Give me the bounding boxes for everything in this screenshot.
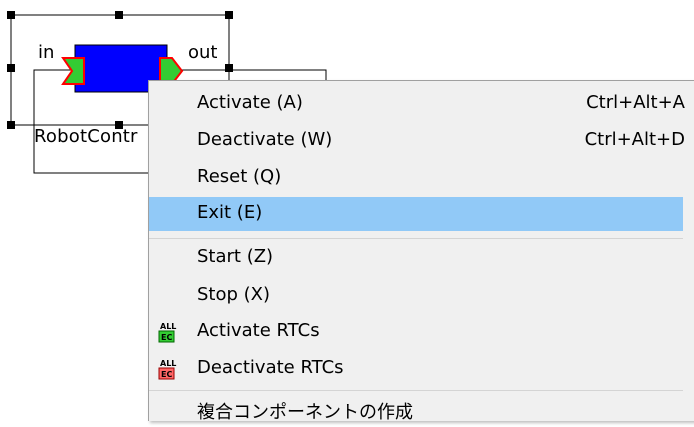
selection-handle[interactable] bbox=[7, 64, 15, 72]
menu-item-label: Reset (Q) bbox=[197, 166, 282, 187]
menu-item-shortcut: Ctrl+Alt+A bbox=[586, 92, 685, 113]
menu-item-stop[interactable]: Stop (X) bbox=[149, 279, 683, 313]
menu-item-label: Activate (A) bbox=[197, 92, 303, 113]
menu-item-activate[interactable]: Activate (A) Ctrl+Alt+A bbox=[149, 87, 685, 121]
menu-item-label: Deactivate RTCs bbox=[197, 357, 344, 378]
component-name: RobotContr bbox=[34, 126, 138, 147]
selection-handle[interactable] bbox=[7, 121, 15, 129]
menu-item-reset[interactable]: Reset (Q) bbox=[149, 161, 683, 195]
selection-handle[interactable] bbox=[225, 64, 233, 72]
menu-item-label: Start (Z) bbox=[197, 246, 274, 267]
menu-item-label: Exit (E) bbox=[197, 202, 263, 223]
all-ec-green-icon: ALL EC bbox=[158, 322, 176, 343]
svg-text:ALL: ALL bbox=[160, 359, 176, 368]
menu-item-activate-rtcs[interactable]: ALL EC Activate RTCs bbox=[149, 315, 683, 349]
menu-item-deactivate[interactable]: Deactivate (W) Ctrl+Alt+D bbox=[149, 124, 685, 158]
menu-item-label: Activate RTCs bbox=[197, 320, 320, 341]
svg-text:EC: EC bbox=[161, 370, 172, 379]
in-port[interactable] bbox=[61, 57, 85, 85]
selection-handle[interactable] bbox=[225, 11, 233, 19]
context-menu: Activate (A) Ctrl+Alt+A Deactivate (W) C… bbox=[148, 80, 694, 423]
menu-item-label: Deactivate (W) bbox=[197, 129, 333, 150]
menu-item-label: 複合コンポーネントの作成 bbox=[197, 402, 413, 423]
menu-item-shortcut: Ctrl+Alt+D bbox=[584, 129, 685, 150]
selection-handle[interactable] bbox=[115, 11, 123, 19]
menu-item-create-composite[interactable]: 複合コンポーネントの作成 bbox=[149, 393, 683, 427]
menu-item-start[interactable]: Start (Z) bbox=[149, 241, 683, 275]
menu-item-exit[interactable]: Exit (E) bbox=[149, 197, 683, 231]
menu-item-label: Stop (X) bbox=[197, 284, 271, 305]
menu-separator bbox=[149, 390, 683, 391]
out-port-label: out bbox=[188, 42, 218, 63]
svg-text:ALL: ALL bbox=[160, 322, 176, 331]
menu-item-deactivate-rtcs[interactable]: ALL EC Deactivate RTCs bbox=[149, 352, 683, 386]
all-ec-red-icon: ALL EC bbox=[158, 359, 176, 380]
in-port-label: in bbox=[38, 42, 55, 63]
svg-text:EC: EC bbox=[161, 333, 172, 342]
menu-separator bbox=[149, 238, 683, 239]
selection-handle[interactable] bbox=[7, 11, 15, 19]
